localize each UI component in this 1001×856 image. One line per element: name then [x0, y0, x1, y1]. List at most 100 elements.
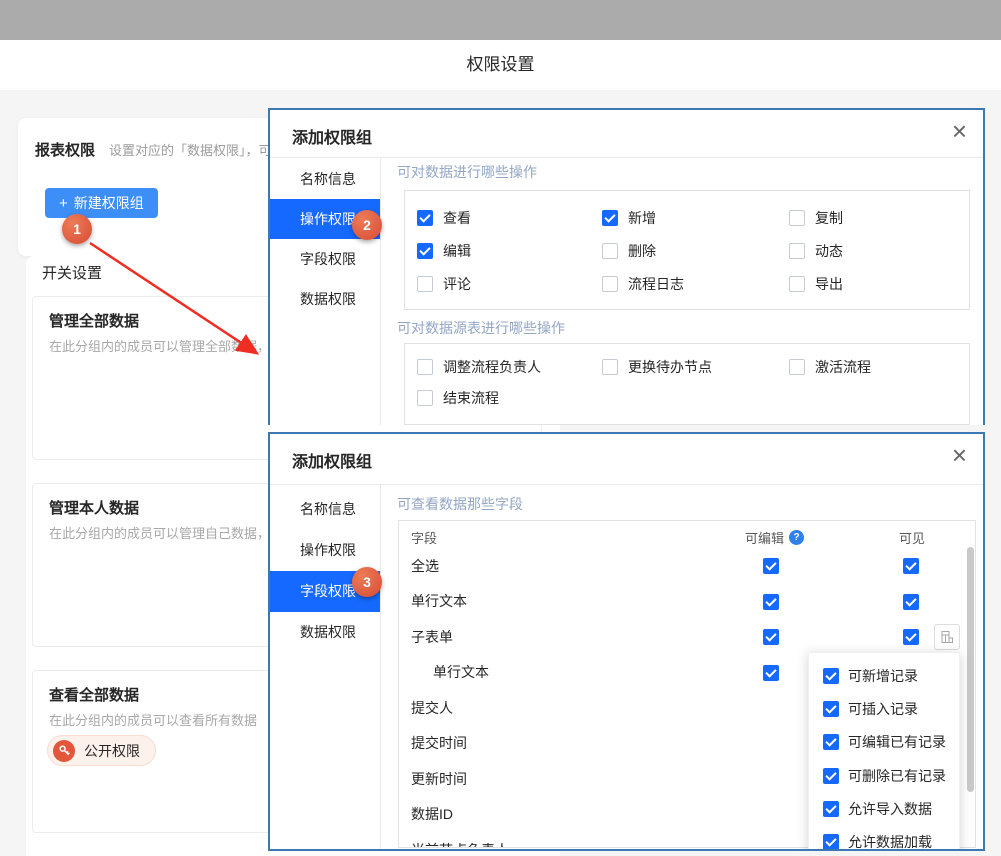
- delete-checkbox[interactable]: [602, 243, 618, 259]
- comment-checkbox[interactable]: [417, 276, 433, 292]
- checkbox-item-change-todo-node[interactable]: 更换待办节点: [602, 357, 789, 377]
- field-label: 提交人: [411, 698, 453, 718]
- checkbox-item-view[interactable]: 查看: [417, 208, 602, 228]
- visible-checkbox[interactable]: [903, 558, 919, 574]
- card-title: 查看全部数据: [49, 684, 139, 705]
- checkbox-item-copy[interactable]: 复制: [789, 208, 957, 228]
- edit-existing-checkbox[interactable]: [823, 734, 839, 750]
- section-title-viewable-fields: 可查看数据那些字段: [397, 494, 523, 514]
- process-log-checkbox[interactable]: [602, 276, 618, 292]
- step-badge-3: 3: [352, 567, 382, 597]
- copy-checkbox[interactable]: [789, 210, 805, 226]
- close-icon[interactable]: ×: [952, 440, 967, 471]
- switch-settings-title: 开关设置: [42, 262, 102, 283]
- subform-settings-button[interactable]: [934, 624, 960, 650]
- checkbox-label: 复制: [815, 208, 843, 228]
- tab-operation-permission[interactable]: 操作权限: [270, 530, 380, 571]
- table-scrollbar[interactable]: [967, 547, 974, 792]
- public-permission-badge: 公开权限: [47, 735, 156, 766]
- checkbox-item-activity[interactable]: 动态: [789, 241, 957, 261]
- allow-import-checkbox[interactable]: [823, 801, 839, 817]
- field-label: 更新时间: [411, 769, 467, 789]
- view-checkbox[interactable]: [417, 210, 433, 226]
- table-row-select-all: 全选: [399, 548, 975, 584]
- add-record-checkbox[interactable]: [823, 668, 839, 684]
- checkbox-label: 激活流程: [815, 357, 871, 377]
- checkbox-label: 结束流程: [443, 388, 499, 408]
- insert-record-checkbox[interactable]: [823, 701, 839, 717]
- popup-item-insert-record[interactable]: 可插入记录: [809, 692, 959, 725]
- checkbox-item-export[interactable]: 导出: [789, 274, 957, 294]
- create-checkbox[interactable]: [602, 210, 618, 226]
- window-top-bar: [0, 0, 1001, 40]
- key-icon: [53, 740, 75, 762]
- tab-name-info[interactable]: 名称信息: [270, 489, 380, 530]
- tab-data-permission[interactable]: 数据权限: [270, 612, 380, 653]
- checkbox-item-process-log[interactable]: 流程日志: [602, 274, 789, 294]
- popup-item-allow-import[interactable]: 允许导入数据: [809, 792, 959, 825]
- new-permission-group-button[interactable]: + 新建权限组: [45, 188, 158, 218]
- editable-checkbox[interactable]: [763, 629, 779, 645]
- edit-checkbox[interactable]: [417, 243, 433, 259]
- tab-field-permission[interactable]: 字段权限: [270, 239, 380, 279]
- editable-checkbox[interactable]: [763, 558, 779, 574]
- tab-data-permission[interactable]: 数据权限: [270, 279, 380, 319]
- popup-item-label: 可编辑已有记录: [848, 732, 946, 752]
- section-title-data-operations: 可对数据进行哪些操作: [397, 162, 537, 182]
- card-description: 在此分组内的成员可以管理全部数据，并拥: [49, 336, 296, 355]
- popup-item-edit-existing[interactable]: 可编辑已有记录: [809, 726, 959, 759]
- checkbox-item-edit[interactable]: 编辑: [417, 241, 602, 261]
- checkbox-item-create[interactable]: 新增: [602, 208, 789, 228]
- checkbox-label: 评论: [443, 274, 471, 294]
- popup-item-add-record[interactable]: 可新增记录: [809, 659, 959, 692]
- activate-process-checkbox[interactable]: [789, 359, 805, 375]
- checkbox-item-adjust-process-owner[interactable]: 调整流程负责人: [417, 357, 602, 377]
- adjust-process-owner-checkbox[interactable]: [417, 359, 433, 375]
- visible-checkbox[interactable]: [903, 594, 919, 610]
- report-permission-subtitle: 设置对应的「数据权限」，可: [109, 143, 272, 158]
- section-title-datasource-operations: 可对数据源表进行哪些操作: [397, 318, 565, 338]
- modal-sidebar: 名称信息 操作权限 字段权限 数据权限: [270, 484, 381, 851]
- help-icon[interactable]: ?: [789, 530, 804, 545]
- checkbox-label: 流程日志: [628, 274, 684, 294]
- add-permission-group-modal-field: 添加权限组 × 名称信息 操作权限 字段权限 数据权限 可查看数据那些字段 字段…: [268, 432, 985, 851]
- tab-name-info[interactable]: 名称信息: [270, 159, 380, 199]
- card-description: 在此分组内的成员可以管理自己数据，并拥: [49, 523, 296, 542]
- subform-icon: [940, 630, 954, 644]
- delete-existing-checkbox[interactable]: [823, 768, 839, 784]
- checkbox-label: 编辑: [443, 241, 471, 261]
- checkbox-item-delete[interactable]: 删除: [602, 241, 789, 261]
- add-permission-group-modal-operation: 添加权限组 × 名称信息 操作权限 字段权限 数据权限 可对数据进行哪些操作 查…: [268, 108, 985, 425]
- export-checkbox[interactable]: [789, 276, 805, 292]
- modal-title: 添加权限组: [292, 448, 372, 472]
- allow-data-load-checkbox[interactable]: [823, 834, 839, 850]
- editable-checkbox[interactable]: [763, 594, 779, 610]
- step-badge-1: 1: [62, 214, 92, 244]
- checkbox-item-end-process[interactable]: 结束流程: [417, 388, 602, 408]
- column-header-visible: 可见: [899, 528, 925, 547]
- checkbox-label: 调整流程负责人: [443, 357, 541, 377]
- new-permission-group-label: 新建权限组: [74, 193, 144, 213]
- visible-checkbox[interactable]: [903, 629, 919, 645]
- column-header-editable-label: 可编辑: [745, 528, 784, 547]
- checkbox-label: 导出: [815, 274, 843, 294]
- page-title: 权限设置: [0, 40, 1001, 90]
- popup-item-label: 允许导入数据: [848, 799, 932, 819]
- permission-settings-page: 权限设置 报表权限设置对应的「数据权限」，可 + 新建权限组 开关设置 管理全部…: [0, 0, 1001, 856]
- close-icon[interactable]: ×: [952, 116, 967, 147]
- field-label: 单行文本: [411, 591, 467, 611]
- popup-item-allow-data-load[interactable]: 允许数据加载: [809, 825, 959, 851]
- end-process-checkbox[interactable]: [417, 390, 433, 406]
- change-todo-node-checkbox[interactable]: [602, 359, 618, 375]
- popup-item-delete-existing[interactable]: 可删除已有记录: [809, 759, 959, 792]
- editable-checkbox[interactable]: [763, 665, 779, 681]
- card-description: 在此分组内的成员可以查看所有数据: [49, 710, 257, 729]
- card-title: 管理全部数据: [49, 310, 139, 331]
- field-label: 当前节点负责人: [411, 840, 509, 848]
- checkbox-item-comment[interactable]: 评论: [417, 274, 602, 294]
- checkbox-label: 动态: [815, 241, 843, 261]
- activity-checkbox[interactable]: [789, 243, 805, 259]
- checkbox-item-activate-process[interactable]: 激活流程: [789, 357, 957, 377]
- table-header-row: 字段 可编辑 ? 可见: [399, 521, 975, 548]
- public-permission-label: 公开权限: [84, 741, 140, 761]
